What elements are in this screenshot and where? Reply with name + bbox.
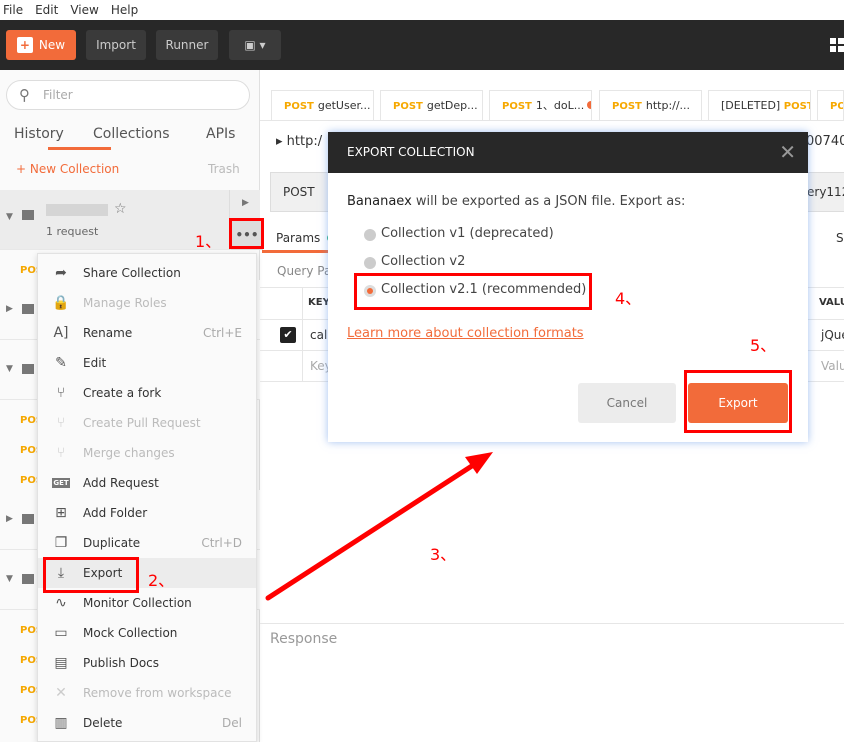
annotation-arrow (265, 452, 493, 601)
